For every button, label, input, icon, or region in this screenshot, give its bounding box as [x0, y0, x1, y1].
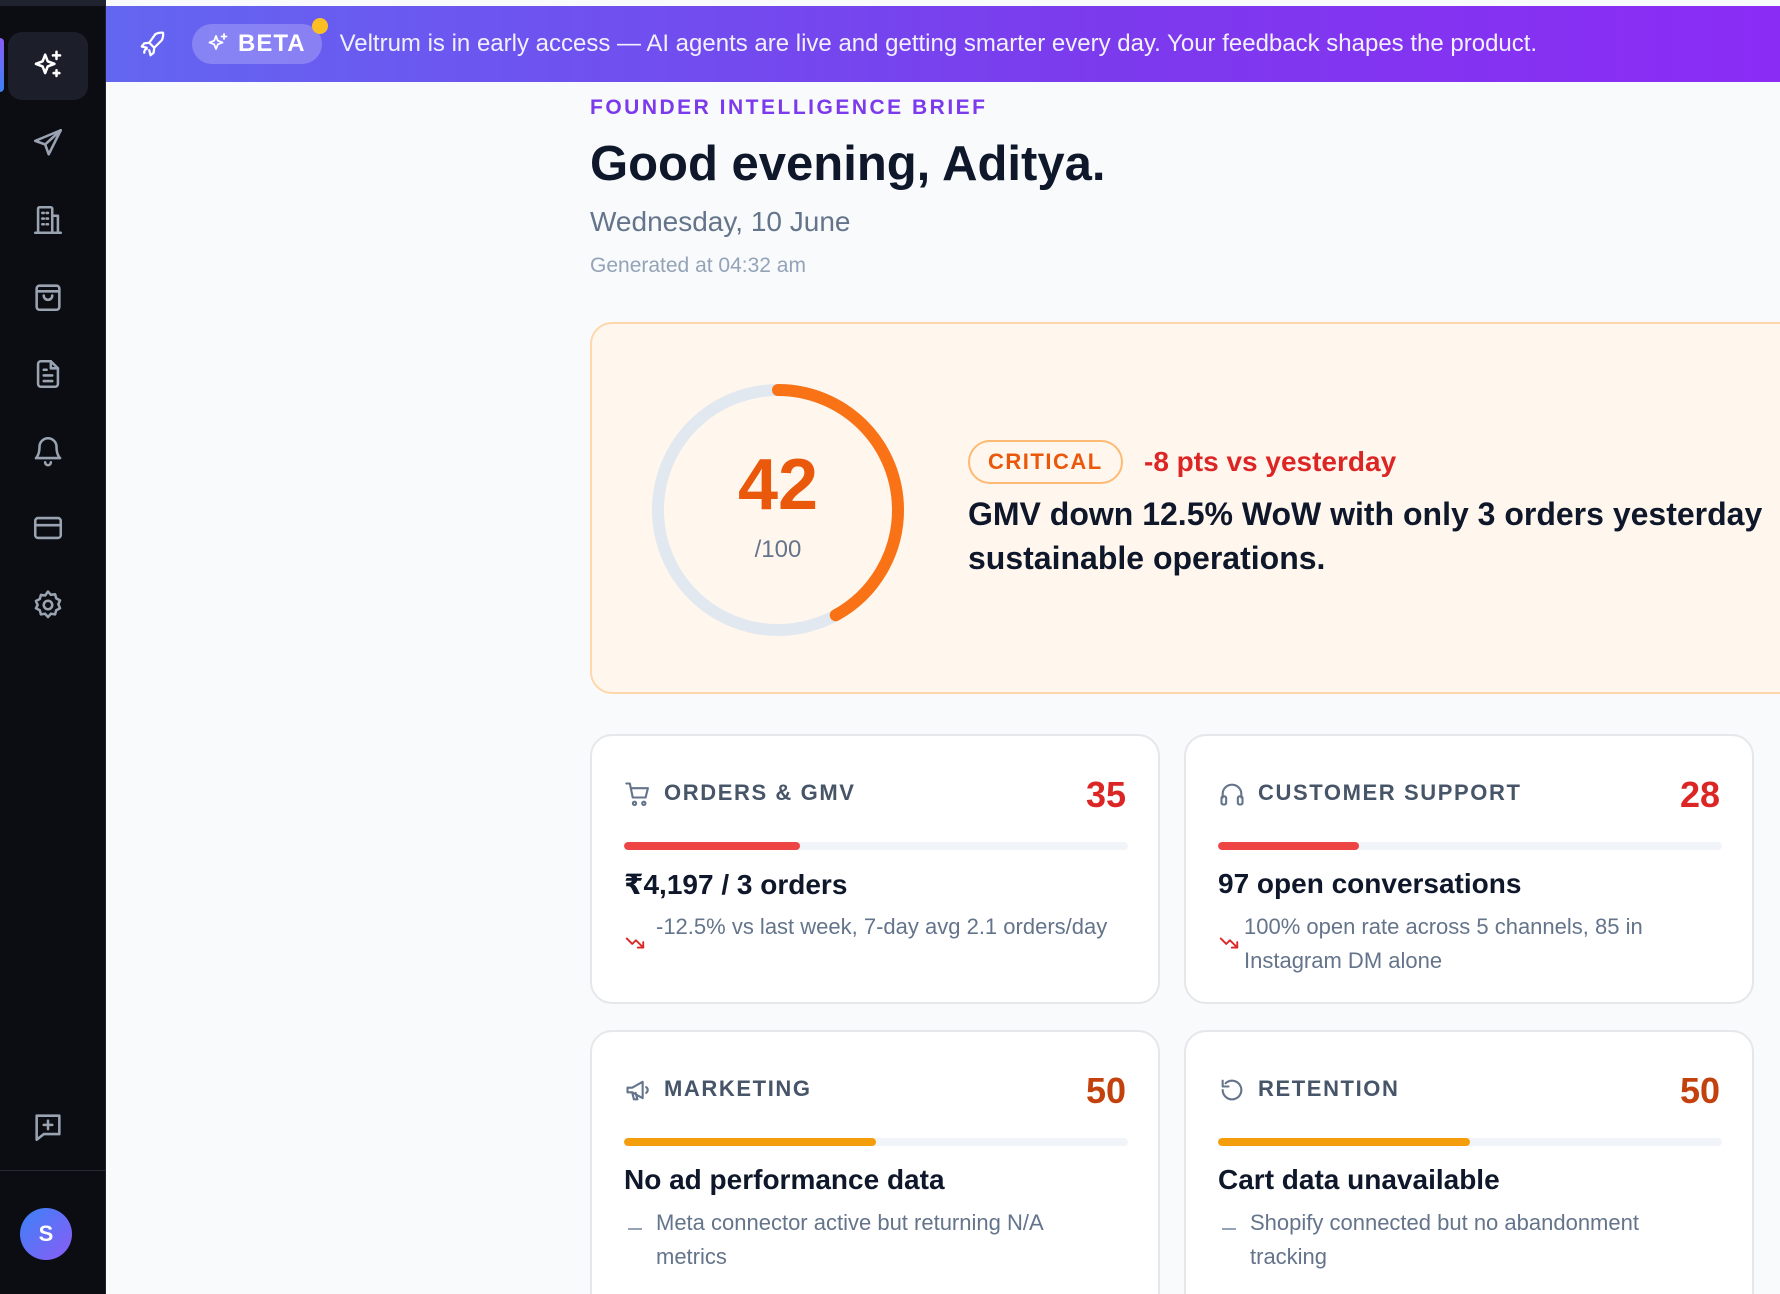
- score-bar: [624, 842, 1128, 850]
- nav-outreach[interactable]: [8, 109, 88, 177]
- refresh-icon: [1218, 1076, 1246, 1104]
- cart-icon: [624, 780, 652, 808]
- score-bar: [1218, 842, 1722, 850]
- card-score: 35: [1085, 774, 1126, 815]
- message-plus-icon: [35, 1114, 61, 1142]
- notification-dot: [311, 18, 328, 34]
- headphones-icon: [1218, 780, 1246, 808]
- health-score-max: /100: [754, 536, 802, 563]
- metric-card-marketing[interactable]: MARKETING 50 No ad performance data Meta…: [590, 1030, 1160, 1294]
- nav-settings[interactable]: [8, 571, 88, 639]
- beta-pill: BETA: [192, 18, 328, 64]
- sidebar-divider: [0, 1170, 106, 1171]
- active-indicator: [0, 38, 4, 92]
- feedback-button[interactable]: [8, 1093, 88, 1161]
- send-icon: [33, 128, 63, 156]
- generated-timestamp: Generated at 04:32 am: [590, 254, 806, 277]
- megaphone-icon: [624, 1076, 652, 1104]
- beta-label: BETA: [238, 30, 306, 57]
- card-score: 28: [1679, 774, 1720, 815]
- metric-card-retention[interactable]: RETENTION 50 Cart data unavailable Shopi…: [1184, 1030, 1754, 1294]
- trend-flat-icon: [628, 1228, 642, 1230]
- nav-brief[interactable]: [8, 32, 88, 100]
- brief-date: Wednesday, 10 June: [590, 206, 851, 237]
- trend-down-icon: [1218, 932, 1240, 954]
- page-title: Good evening, Aditya.: [590, 137, 1106, 191]
- score-bar: [1218, 1138, 1722, 1146]
- metric-card-orders[interactable]: ORDERS & GMV 35 ₹4,197 / 3 orders -12.5%…: [590, 734, 1160, 1004]
- nav-company[interactable]: [8, 186, 88, 254]
- avatar[interactable]: S: [20, 1208, 72, 1260]
- document-icon: [36, 359, 60, 389]
- banner-message: Veltrum is in early access — AI agents a…: [339, 30, 1538, 57]
- score-bar-fill: [1218, 1138, 1470, 1146]
- score-delta: -8 pts vs yesterday: [1144, 446, 1397, 477]
- trend-flat-icon: [1222, 1228, 1236, 1230]
- health-summary: GMV down 12.5% WoW with only 3 orders ye…: [968, 496, 1763, 576]
- trend-down-icon: [624, 932, 646, 954]
- score-bar-fill: [624, 842, 801, 850]
- card-headline: No ad performance data: [624, 1164, 945, 1195]
- nav-alerts[interactable]: [8, 417, 88, 485]
- metric-card-support[interactable]: CUSTOMER SUPPORT 28 97 open conversation…: [1184, 734, 1754, 1004]
- card-detail: 100% open rate across 5 channels, 85 in …: [1244, 914, 1643, 973]
- brief-eyebrow: FOUNDER INTELLIGENCE BRIEF: [590, 96, 988, 119]
- building-icon: [33, 205, 63, 235]
- sparkles-icon: [34, 50, 62, 78]
- card-title: MARKETING: [664, 1076, 812, 1101]
- card-headline: 97 open conversations: [1218, 868, 1522, 899]
- status-badge: CRITICAL: [968, 440, 1123, 484]
- card-headline: Cart data unavailable: [1218, 1164, 1500, 1195]
- settings-icon: [34, 590, 62, 619]
- card-title: CUSTOMER SUPPORT: [1258, 780, 1522, 805]
- card-detail: -12.5% vs last week, 7-day avg 2.1 order…: [656, 914, 1108, 939]
- sparkles-icon: [208, 33, 228, 50]
- card-headline: ₹4,197 / 3 orders: [624, 869, 848, 900]
- health-score: 42: [737, 445, 819, 525]
- sidebar-top-border: [0, 0, 106, 6]
- card-detail: Shopify connected but no abandonment tra…: [1250, 1210, 1639, 1269]
- card-title: RETENTION: [1258, 1076, 1400, 1101]
- shopping-bag-icon: [35, 284, 61, 312]
- card-title: ORDERS & GMV: [664, 780, 856, 805]
- score-bar-fill: [1218, 842, 1360, 850]
- bell-icon: [34, 437, 62, 467]
- card-detail: Meta connector active but returning N/A …: [656, 1210, 1043, 1269]
- card-score: 50: [1679, 1070, 1720, 1111]
- nav-orders[interactable]: [8, 263, 88, 331]
- credit-card-icon: [33, 516, 63, 540]
- nav-reports[interactable]: [8, 340, 88, 408]
- health-score-card: 42 /100 CRITICAL -8 pts vs yesterday GMV…: [590, 322, 1780, 694]
- score-bar-fill: [624, 1138, 876, 1146]
- nav-billing[interactable]: [8, 494, 88, 562]
- rocket-icon: [138, 29, 168, 59]
- sidebar: S: [0, 0, 106, 1294]
- score-bar: [624, 1138, 1128, 1146]
- beta-banner: BETA Veltrum is in early access — AI age…: [106, 6, 1780, 82]
- card-score: 50: [1085, 1070, 1126, 1111]
